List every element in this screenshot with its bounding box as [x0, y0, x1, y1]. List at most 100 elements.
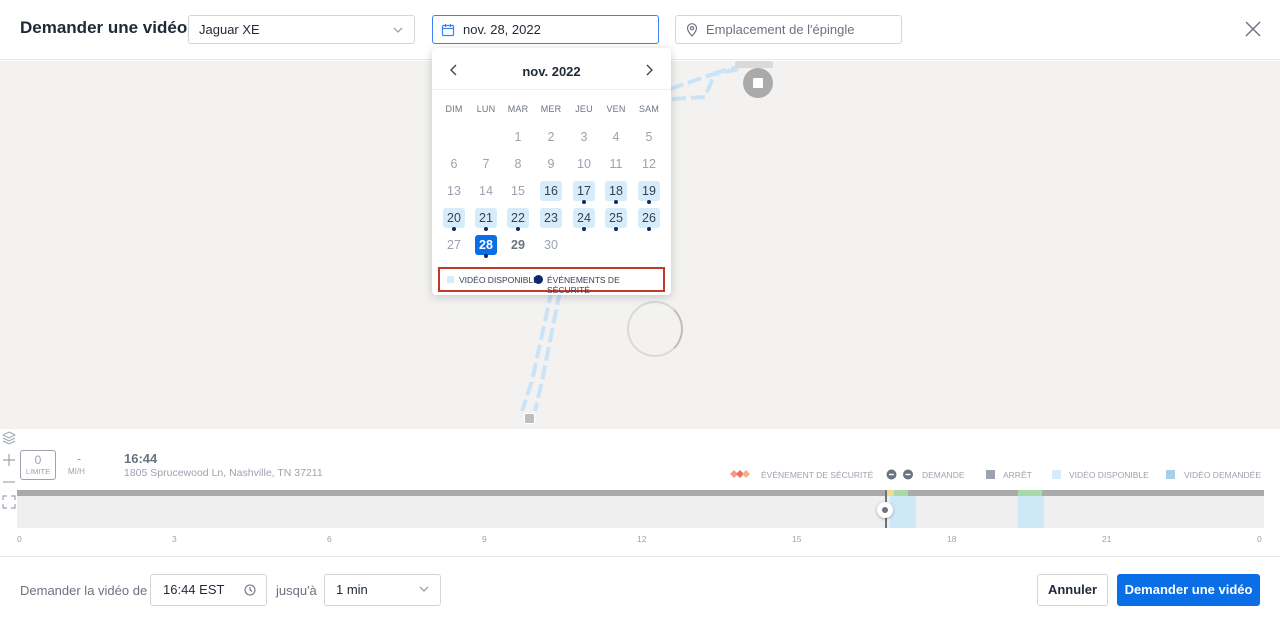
date-picker-popup: nov. 2022 DIM LUN MAR MER JEU VEN SAM 1 2 3 4 5 6 7 8 9…	[432, 48, 671, 295]
weekday-label: JEU	[575, 104, 593, 114]
calendar-day-24[interactable]: 24	[573, 208, 595, 231]
calendar-day-13[interactable]: 13	[443, 181, 465, 201]
calendar-day-14[interactable]: 14	[475, 181, 497, 201]
calendar-day-29[interactable]: 29	[507, 235, 529, 255]
calendar-day-10[interactable]: 10	[573, 154, 595, 174]
weekday-label: SAM	[638, 104, 660, 114]
calendar-day-15[interactable]: 15	[507, 181, 529, 201]
route-end-marker	[524, 413, 535, 424]
cancel-button[interactable]: Annuler	[1037, 574, 1108, 606]
speed-limit-value: 0	[34, 453, 42, 467]
timeline-track[interactable]	[17, 496, 1264, 528]
speed-limit-badge: 0 LIMITE	[20, 450, 56, 480]
vehicle-select[interactable]: Jaguar XE	[188, 15, 415, 44]
calendar-day-2[interactable]: 2	[540, 127, 562, 147]
safety-event-dot	[647, 227, 651, 231]
safety-event-dot	[516, 227, 520, 231]
layers-icon[interactable]	[2, 431, 16, 445]
date-value: nov. 28, 2022	[463, 22, 541, 37]
map-pin-icon	[686, 22, 698, 37]
calendar-month: nov. 2022	[522, 64, 581, 79]
calendar-day-20[interactable]: 20	[443, 208, 465, 231]
calendar-day-17[interactable]: 17	[573, 181, 595, 204]
timeline-tick-label: 9	[482, 534, 487, 544]
fullscreen-icon[interactable]	[2, 495, 16, 509]
timeline-tick-label: 6	[327, 534, 332, 544]
safety-event-dot	[484, 254, 488, 258]
loading-spinner	[627, 301, 683, 357]
stop-marker[interactable]	[743, 68, 773, 98]
calendar-day-6[interactable]: 6	[443, 154, 465, 174]
chevron-down-icon	[419, 586, 429, 592]
safety-event-dot	[582, 227, 586, 231]
legend-video-available: VIDÉO DISPONIBLE	[459, 275, 539, 285]
page-title: Demander une vidéo	[20, 18, 188, 37]
safety-event-dot	[647, 200, 651, 204]
weekday-label: DIM	[445, 104, 463, 114]
calendar-day-5[interactable]: 5	[638, 127, 660, 147]
calendar-day-3[interactable]: 3	[573, 127, 595, 147]
speed-limit-label: LIMITE	[25, 467, 51, 476]
calendar-day-30[interactable]: 30	[540, 235, 562, 255]
weekday-label: MAR	[507, 104, 529, 114]
timeline-tick-label: 0	[17, 534, 22, 544]
stop-legend-swatch	[986, 470, 995, 479]
calendar-day-21[interactable]: 21	[475, 208, 497, 231]
duration-select[interactable]: 1 min	[324, 574, 441, 606]
speed-unit: MI/H	[68, 467, 85, 476]
timeline-tick-label: 3	[172, 534, 177, 544]
calendar-day-22[interactable]: 22	[507, 208, 529, 231]
date-input[interactable]: nov. 28, 2022	[432, 15, 659, 44]
timeline-tick-label: 18	[947, 534, 957, 544]
close-icon[interactable]	[1243, 19, 1263, 39]
legend-video-available: VIDÉO DISPONIBLE	[1069, 470, 1149, 480]
calendar-day-11[interactable]: 11	[605, 154, 627, 174]
start-time-input[interactable]: 16:44 EST	[150, 574, 267, 606]
timeline-tick-label: 0	[1257, 534, 1262, 544]
calendar-day-9[interactable]: 9	[540, 154, 562, 174]
calendar-day-4[interactable]: 4	[605, 127, 627, 147]
playhead-handle[interactable]	[877, 502, 893, 518]
calendar-day-12[interactable]: 12	[638, 154, 660, 174]
calendar-day-28[interactable]: 28	[475, 235, 497, 258]
playhead-dot-icon	[882, 507, 888, 513]
calendar-day-16[interactable]: 16	[540, 181, 562, 201]
footer-bar: Demander la vidéo de 16:44 EST jusqu'à 1…	[0, 556, 1280, 627]
legend-safety-event: ÉVÉNEMENT DE SÉCURITÉ	[761, 470, 874, 480]
video-requested-legend-swatch	[1166, 470, 1175, 479]
calendar-day-26[interactable]: 26	[638, 208, 660, 231]
timeline-panel: 0 LIMITE - MI/H 16:44 1805 Sprucewood Ln…	[0, 429, 1280, 556]
safety-event-dot	[582, 200, 586, 204]
legend-stop: ARRÊT	[1003, 470, 1032, 480]
calendar-day-1[interactable]: 1	[507, 127, 529, 147]
duration-value: 1 min	[336, 582, 368, 597]
safety-event-dot	[614, 200, 618, 204]
calendar-header: nov. 2022	[432, 48, 671, 90]
pin-location-input[interactable]: Emplacement de l'épingle	[675, 15, 902, 44]
timeline-tick-label: 12	[637, 534, 647, 544]
calendar-day-27[interactable]: 27	[443, 235, 465, 255]
weekday-label: MER	[540, 104, 562, 114]
legend-request: DEMANDE	[922, 470, 965, 480]
request-video-button[interactable]: Demander une vidéo	[1117, 574, 1260, 606]
calendar-day-7[interactable]: 7	[475, 154, 497, 174]
speed-value: -	[76, 451, 82, 466]
chevron-down-icon	[393, 27, 403, 33]
zoom-in-icon[interactable]	[2, 453, 16, 467]
zoom-out-icon[interactable]	[2, 475, 16, 489]
calendar-icon	[441, 23, 455, 36]
calendar-day-25[interactable]: 25	[605, 208, 627, 231]
timeline-address: 1805 Sprucewood Ln, Nashville, TN 37211	[124, 467, 323, 479]
safety-event-dot	[452, 227, 456, 231]
calendar-day-23[interactable]: 23	[540, 208, 562, 228]
chevron-right-icon[interactable]	[643, 63, 655, 77]
safety-event-dot	[534, 275, 543, 284]
timeline-time: 16:44	[124, 451, 158, 466]
calendar-day-18[interactable]: 18	[605, 181, 627, 204]
calendar-day-19[interactable]: 19	[638, 181, 660, 204]
safety-event-legend-icon	[730, 470, 750, 478]
calendar-day-8[interactable]: 8	[507, 154, 529, 174]
video-available-swatch	[447, 276, 454, 283]
video-available-block	[1018, 496, 1044, 528]
video-available-block	[890, 496, 916, 528]
